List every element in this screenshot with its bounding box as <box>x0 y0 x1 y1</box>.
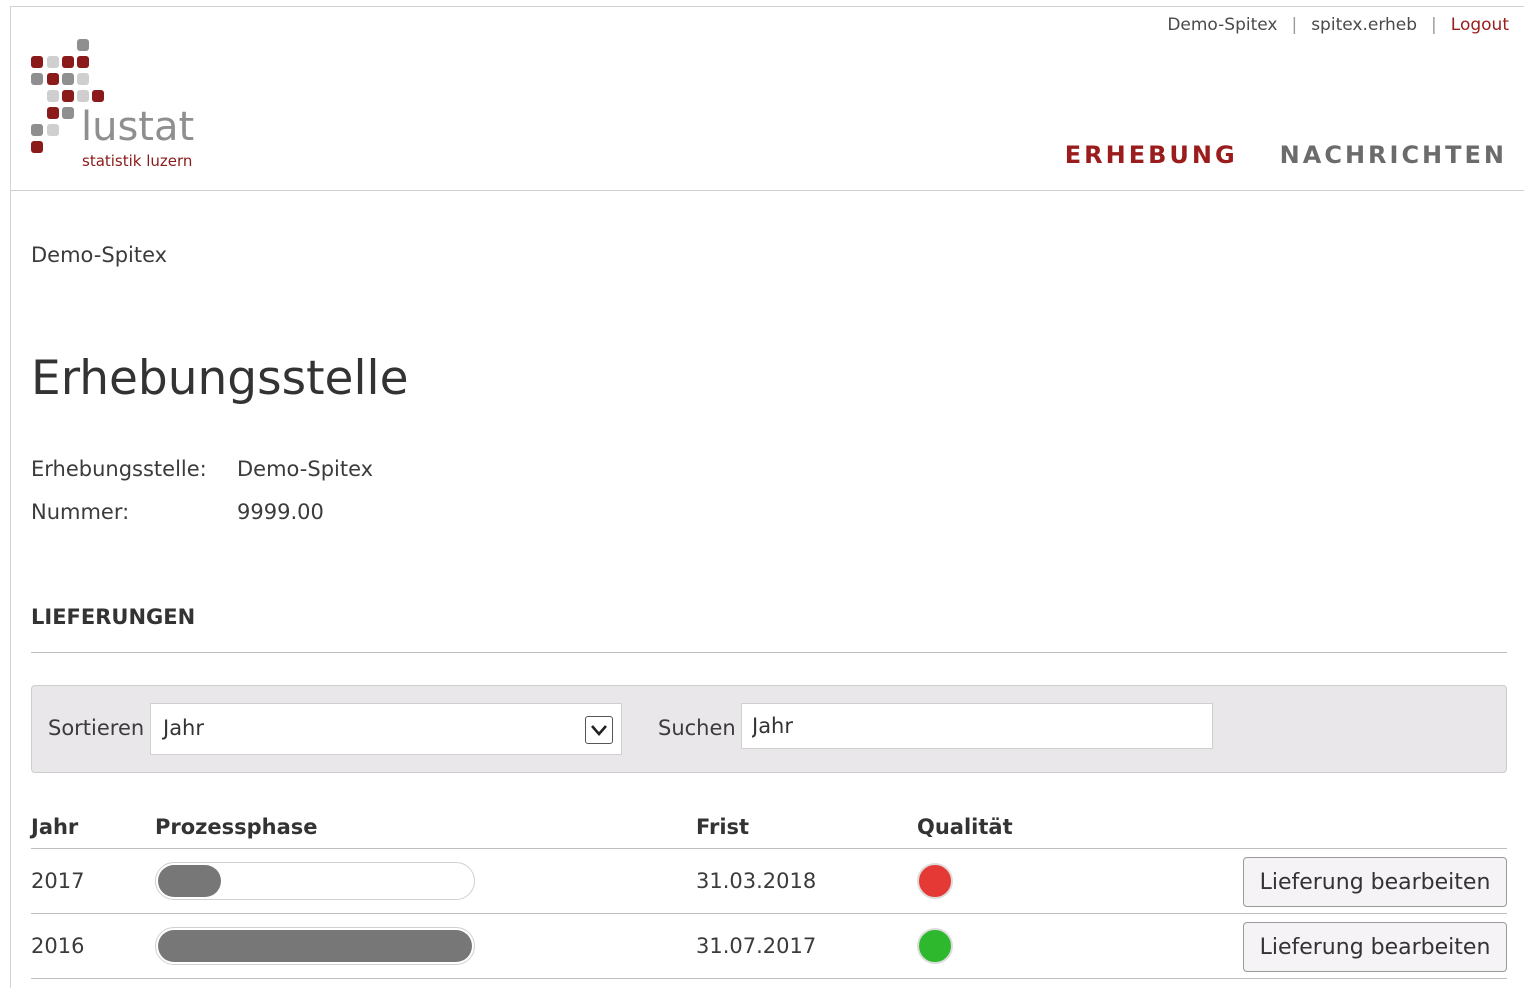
logout-link[interactable]: Logout <box>1451 15 1509 35</box>
table-row: 2017 31.03.2018 Lieferung bearbeiten <box>31 849 1507 914</box>
logo-tagline: statistik luzern <box>82 152 193 170</box>
lustat-logo[interactable]: lustat statistik luzern <box>31 37 231 177</box>
col-frist[interactable]: Frist <box>696 815 749 839</box>
top-nav: Demo-Spitex | spitex.erheb | Logout <box>1167 15 1509 35</box>
sort-label: Sortieren <box>48 716 145 740</box>
divider <box>31 652 1507 653</box>
separator: | <box>1291 15 1298 35</box>
col-prozessphase[interactable]: Prozessphase <box>155 815 318 839</box>
search-label: Suchen <box>658 716 736 740</box>
filter-bar: Sortieren Jahr Suchen <box>31 685 1507 773</box>
row-frist: 31.07.2017 <box>696 934 817 958</box>
edit-delivery-button[interactable]: Lieferung bearbeiten <box>1243 857 1507 907</box>
user-link[interactable]: spitex.erheb <box>1311 15 1417 35</box>
col-qualitaet[interactable]: Qualität <box>917 815 1013 839</box>
nummer-value: 9999.00 <box>237 499 324 524</box>
row-jahr: 2017 <box>31 869 85 893</box>
deliveries-table: Jahr Prozessphase Frist Qualität 2017 31… <box>31 807 1507 979</box>
nav-erhebung[interactable]: ERHEBUNG <box>1065 141 1238 169</box>
page-title: Erhebungsstelle <box>31 351 409 406</box>
row-frist: 31.03.2018 <box>696 869 817 893</box>
header: lustat statistik luzern Demo-Spitex | sp… <box>11 7 1524 191</box>
nummer-label: Nummer: <box>31 499 130 524</box>
breadcrumb: Demo-Spitex <box>31 243 168 267</box>
org-link[interactable]: Demo-Spitex <box>1167 15 1277 35</box>
progress-fill <box>158 865 221 897</box>
logo-name: lustat <box>81 104 195 150</box>
table-header: Jahr Prozessphase Frist Qualität <box>31 807 1507 849</box>
stelle-value: Demo-Spitex <box>237 456 374 481</box>
progress-bar <box>155 927 475 965</box>
quality-indicator <box>917 928 953 964</box>
col-jahr[interactable]: Jahr <box>31 815 78 839</box>
quality-indicator <box>917 863 953 899</box>
nav-nachrichten[interactable]: NACHRICHTEN <box>1280 141 1507 169</box>
chevron-down-icon[interactable] <box>585 716 613 744</box>
main-nav: ERHEBUNG NACHRICHTEN <box>1065 141 1507 169</box>
progress-fill <box>158 930 472 962</box>
section-title: LIEFERUNGEN <box>31 605 196 629</box>
edit-delivery-button[interactable]: Lieferung bearbeiten <box>1243 922 1507 972</box>
sort-value: Jahr <box>163 716 205 740</box>
progress-bar <box>155 862 475 900</box>
sort-select[interactable]: Jahr <box>150 703 622 755</box>
search-input[interactable] <box>741 703 1213 749</box>
stelle-label: Erhebungsstelle: <box>31 456 207 481</box>
info-block: Erhebungsstelle: Demo-Spitex Nummer: 999… <box>31 447 373 533</box>
row-jahr: 2016 <box>31 934 85 958</box>
separator: | <box>1431 15 1437 35</box>
table-row: 2016 31.07.2017 Lieferung bearbeiten <box>31 914 1507 979</box>
page-frame: lustat statistik luzern Demo-Spitex | sp… <box>10 6 1524 988</box>
